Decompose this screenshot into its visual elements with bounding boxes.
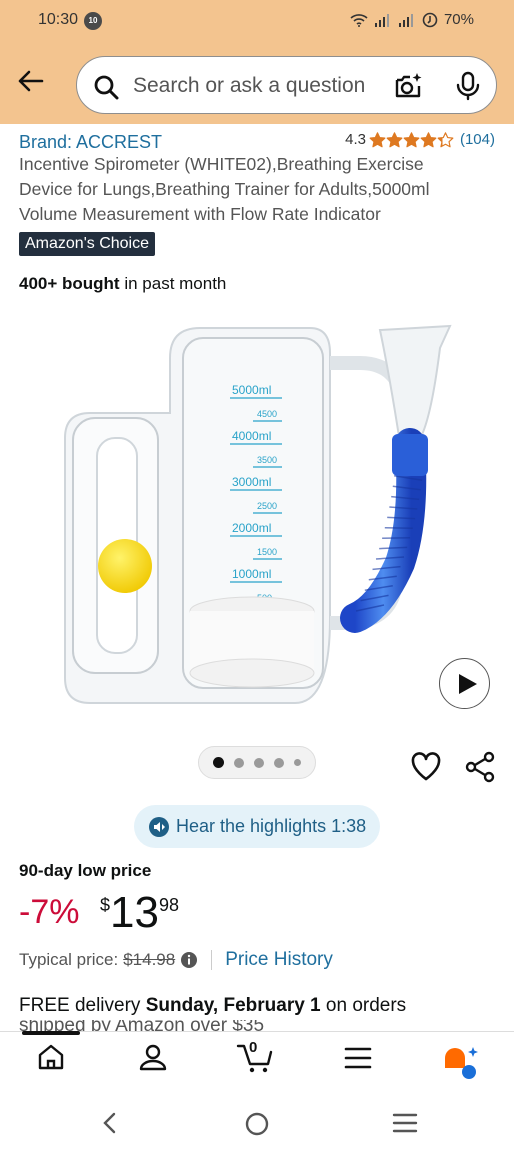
battery-percent: 70% bbox=[443, 11, 474, 28]
circle-home-icon bbox=[245, 1112, 269, 1136]
bought-count-bold: 400+ bought bbox=[19, 274, 120, 293]
scale-label: 2000ml bbox=[232, 521, 271, 535]
status-bar: 10:30 10 70% bbox=[0, 0, 514, 42]
product-title-line-2: Device for Lungs,Breathing Trainer for A… bbox=[19, 179, 430, 199]
home-icon bbox=[38, 1044, 64, 1070]
header: Search or ask a question bbox=[0, 42, 514, 124]
carousel-dot[interactable] bbox=[213, 757, 224, 768]
recents-icon bbox=[392, 1113, 418, 1133]
delivery-prefix: FREE delivery bbox=[19, 995, 146, 1016]
delivery-suffix: on orders bbox=[320, 995, 407, 1016]
status-time: 10:30 bbox=[38, 11, 79, 28]
star-icon bbox=[420, 131, 437, 147]
price-whole: 13 bbox=[110, 888, 159, 937]
search-icon bbox=[94, 75, 119, 100]
carousel-dot[interactable] bbox=[234, 757, 244, 768]
price-history-link[interactable]: Price History bbox=[225, 949, 333, 971]
price-fraction: 98 bbox=[158, 895, 179, 915]
scale-label: 5000ml bbox=[232, 383, 271, 397]
nav-account[interactable] bbox=[138, 1042, 168, 1077]
back-button[interactable] bbox=[14, 64, 48, 98]
chevron-left-icon bbox=[103, 1112, 116, 1134]
star-icon bbox=[386, 131, 403, 147]
product-image[interactable]: 5000ml 4500 4000ml 3500 3000ml 2500 2000ml 1500… bbox=[55, 318, 460, 713]
rating[interactable]: 4.3 (104) bbox=[345, 131, 495, 148]
nav-cart[interactable]: 0 bbox=[236, 1039, 276, 1079]
share-icon bbox=[465, 751, 495, 783]
signal-icon bbox=[374, 13, 389, 27]
typical-price: Typical price: $14.98 Price History bbox=[19, 949, 333, 971]
scale-label: 2500 bbox=[257, 501, 277, 511]
arrow-left-icon bbox=[18, 70, 44, 92]
star-rating bbox=[369, 131, 454, 148]
delivery-info-line-2: shipped by Amazon over $35 bbox=[19, 1020, 264, 1031]
nav-rufus-assistant[interactable] bbox=[443, 1046, 481, 1085]
carousel-dot[interactable] bbox=[294, 759, 301, 766]
delivery-info: FREE delivery Sunday, February 1 on orde… bbox=[19, 995, 406, 1017]
search-placeholder: Search or ask a question bbox=[133, 74, 366, 97]
bought-count-rest: in past month bbox=[119, 274, 227, 293]
battery-saver-icon bbox=[422, 12, 438, 27]
search-input[interactable]: Search or ask a question bbox=[76, 56, 497, 114]
scale-label: 3000ml bbox=[232, 475, 271, 489]
carousel-dot[interactable] bbox=[254, 757, 264, 768]
bottom-nav: 0 bbox=[0, 1031, 514, 1091]
product-title-line-1: Incentive Spirometer (WHITE02),Breathing… bbox=[19, 154, 424, 174]
info-icon[interactable] bbox=[180, 951, 198, 969]
image-carousel-indicator[interactable] bbox=[198, 746, 316, 779]
audio-play-icon bbox=[149, 816, 169, 837]
scale-label: 4000ml bbox=[232, 429, 271, 443]
typical-price-value: $14.98 bbox=[123, 950, 176, 969]
scale-label: 1500 bbox=[257, 547, 277, 557]
scale-label: 4500 bbox=[257, 409, 277, 419]
typical-price-label: Typical price: bbox=[19, 950, 119, 969]
share-button[interactable] bbox=[464, 751, 496, 788]
system-home-button[interactable] bbox=[244, 1111, 270, 1142]
hear-highlights-button[interactable]: Hear the highlights 1:38 bbox=[134, 805, 380, 848]
scale-label: 3500 bbox=[257, 455, 277, 465]
status-icons: 70% bbox=[350, 11, 474, 28]
product-title-line-3: Volume Measurement with Flow Rate Indica… bbox=[19, 204, 381, 224]
carousel-dot[interactable] bbox=[274, 757, 284, 768]
price-symbol: $ bbox=[100, 895, 111, 915]
menu-icon bbox=[344, 1047, 372, 1069]
active-tab-indicator bbox=[22, 1031, 80, 1035]
star-icon bbox=[369, 131, 386, 147]
delivery-date: Sunday, February 1 bbox=[145, 995, 321, 1016]
wifi-icon bbox=[350, 13, 368, 27]
rating-value: 4.3 bbox=[345, 131, 366, 148]
hear-highlights-label: Hear the highlights 1:38 bbox=[176, 816, 367, 836]
signal-icon-2 bbox=[398, 13, 413, 27]
notification-badge: 10 bbox=[84, 12, 102, 30]
discount-percent: -7% bbox=[19, 893, 80, 931]
scale-label: 1000ml bbox=[232, 567, 271, 581]
delivery-line2: shipped by Amazon over $35 bbox=[19, 1020, 265, 1031]
heart-icon bbox=[411, 752, 441, 781]
rating-count[interactable]: (104) bbox=[460, 131, 495, 148]
star-icon bbox=[403, 131, 420, 147]
ai-assistant-icon bbox=[445, 1047, 478, 1079]
camera-search-icon[interactable] bbox=[393, 71, 423, 101]
star-icon bbox=[437, 131, 454, 147]
brand-link[interactable]: Brand: ACCREST bbox=[19, 132, 162, 153]
system-nav-bar bbox=[0, 1091, 514, 1151]
amazons-choice-badge: Amazon's Choice bbox=[19, 232, 155, 256]
system-back-button[interactable] bbox=[100, 1111, 120, 1140]
bought-count: 400+ bought in past month bbox=[19, 274, 226, 294]
nav-menu[interactable] bbox=[344, 1046, 372, 1075]
price: $ 13 98 bbox=[100, 889, 179, 937]
play-video-button[interactable] bbox=[439, 658, 490, 709]
nav-home[interactable] bbox=[36, 1042, 66, 1077]
account-icon bbox=[139, 1044, 167, 1071]
low-price-label: 90-day low price bbox=[19, 861, 152, 880]
play-icon bbox=[459, 674, 477, 694]
system-recents-button[interactable] bbox=[392, 1111, 418, 1140]
microphone-icon[interactable] bbox=[455, 71, 481, 101]
wishlist-button[interactable] bbox=[410, 751, 442, 786]
divider bbox=[211, 950, 213, 970]
cart-count: 0 bbox=[249, 1039, 258, 1056]
